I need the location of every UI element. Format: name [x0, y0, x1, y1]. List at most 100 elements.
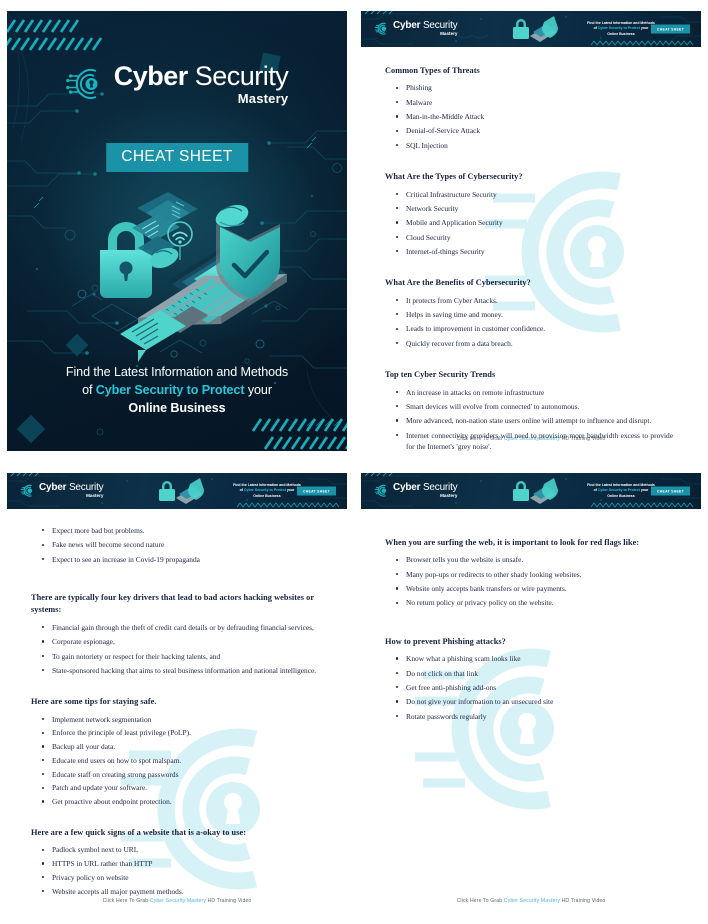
list-types-cybersecurity: Critical Infrastructure Security Network… — [385, 189, 677, 258]
cover-page: Cyber Security Mastery CHEAT SHEET Find … — [7, 11, 347, 451]
list-item: It protects from Cyber Attacks. — [396, 295, 677, 306]
cover-brand-name: Cyber Security — [113, 61, 289, 91]
list-top-trends: An increase in attacks on remote infrast… — [385, 387, 677, 451]
cover-brand-subtitle: Mastery — [237, 91, 289, 106]
list-item: Leads to improvement in customer confide… — [396, 323, 677, 334]
list-item: Quickly recover from a data breach. — [396, 338, 677, 349]
list-item: Padlock symbol next to URL — [42, 844, 323, 855]
list-item: Man-in-the-Middle Attack — [396, 111, 677, 122]
list-item: Critical Infrastructure Security — [396, 189, 677, 200]
cover-tagline-line2: of Cyber Security to Protect your — [82, 383, 272, 398]
list-item: Expect to see an increase in Covid-19 pr… — [42, 554, 323, 565]
cheat-sheet-page-grid: Cyber Security Mastery CHEAT SHEET Find … — [0, 0, 708, 924]
section-heading-key-drivers: There are typically four key drivers tha… — [31, 593, 314, 615]
page-body-2: Common Types of Threats Phishing Malware… — [361, 47, 701, 451]
section-heading-common-threats: Common Types of Threats — [385, 66, 480, 75]
list-item: Cloud Security — [396, 232, 677, 243]
list-item: Educate staff on creating strong passwor… — [42, 769, 323, 780]
list-item: To gain notoriety or respect for their h… — [42, 651, 323, 662]
list-item: Know what a phishing scam looks like — [396, 653, 677, 664]
header-cheat-sheet-badge-3: CHEAT SHEET — [297, 486, 336, 496]
section-heading-benefits: What Are the Benefits of Cybersecurity? — [385, 278, 531, 288]
list-item: Website only accepts bank transfers or w… — [396, 583, 677, 594]
section-heading-top-trends: Top ten Cyber Security Trends — [385, 370, 496, 380]
section-heading-types-cybersecurity: What Are the Types of Cybersecurity? — [385, 172, 523, 182]
header-brand-name-3: Cyber Security — [39, 482, 104, 494]
list-prevent-phishing: Know what a phishing scam looks like Do … — [385, 653, 677, 722]
header-brand-logo-4: Cyber Security Mastery — [374, 483, 458, 499]
footer-pre-text: Click Here To Grab — [456, 898, 504, 904]
list-item: An increase in attacks on remote infrast… — [396, 387, 677, 398]
list-item: Implement network segmentation — [42, 714, 323, 725]
page-footer-3[interactable]: Click Here To Grab Cyber Security Master… — [7, 898, 347, 904]
header-brand-subtitle-3: Mastery — [86, 493, 104, 499]
page-content-4: When you are surfing the web, it is impo… — [361, 509, 701, 722]
page-header-3: Cyber Security Mastery Find the Latest I… — [7, 473, 347, 509]
list-key-drivers: Financial gain through the theft of cred… — [31, 622, 323, 676]
list-red-flags: Browser tells you the website is unsafe.… — [385, 554, 677, 608]
list-item: Get free anti-phishing add-ons — [396, 682, 677, 693]
list-item: Corporate espionage, — [42, 636, 323, 647]
list-item: Privacy policy on website — [42, 872, 323, 883]
header-brand-logo-3: Cyber Security Mastery — [20, 482, 104, 499]
list-item: Malware — [396, 97, 677, 108]
list-item: Financial gain through the theft of cred… — [42, 622, 323, 633]
page-header-2: Cyber Security Mastery Find the Latest I… — [361, 11, 701, 47]
list-staying-safe-tips: Implement network segmentation Enforce t… — [31, 714, 323, 808]
header-brand-wordmark-2: Cyber Security Mastery — [393, 20, 458, 37]
header-cheat-sheet-badge-4: CHEAT SHEET — [651, 486, 690, 496]
section-heading-prevent-phishing: How to prevent Phishing attacks? — [385, 636, 506, 646]
cover-tagline-line3: Online Business — [128, 401, 226, 416]
footer-post-text: HD Training Video — [560, 898, 606, 904]
footer-post-text: HD Training Video — [206, 898, 252, 904]
header-brand-wordmark-4: Cyber Security Mastery — [393, 483, 458, 499]
header-illustration-4 — [513, 478, 558, 504]
header-illustration-2 — [513, 16, 558, 42]
list-item: Helps in saving time and money. — [396, 309, 677, 320]
cyber-security-shield-icon — [20, 485, 33, 497]
footer-link[interactable]: Cyber Security Mastery — [150, 898, 206, 904]
page-content-2: Common Types of Threats Phishing Malware… — [361, 47, 701, 451]
section-heading-website-signs: Here are a few quick signs of a website … — [31, 827, 247, 837]
page-content-3: Expect more bad bot problems. Fake news … — [7, 509, 347, 897]
cover-tagline: Find the Latest Information and Methods … — [7, 364, 347, 418]
header-wave-decoration-2 — [591, 40, 694, 46]
cover-tagline-line1: Find the Latest Information and Methods — [65, 365, 289, 380]
page-slot-4: Cyber Security Mastery Find the Latest I… — [354, 462, 708, 924]
page-slot-1: Cyber Security Mastery CHEAT SHEET Find … — [0, 0, 354, 462]
list-continued-trends: Expect more bad bot problems. Fake news … — [31, 525, 323, 565]
page-footer-4[interactable]: Click Here To Grab Cyber Security Master… — [361, 898, 701, 904]
list-item: Get proactive about endpoint protection. — [42, 796, 323, 807]
list-item: Educate end users on how to spot malspam… — [42, 755, 323, 766]
cover-brand-wordmark: Cyber Security Mastery — [113, 61, 289, 106]
cyber-security-shield-icon — [374, 485, 387, 497]
list-item: Mobile and Application Security — [396, 217, 677, 228]
header-cheat-sheet-badge-2: CHEAT SHEET — [651, 24, 690, 34]
list-item: Internet connectivity providers will nee… — [396, 430, 677, 451]
list-item: State-sponsored hacking that aims to ste… — [42, 665, 323, 676]
list-item: Fake news will become second nature — [42, 539, 323, 550]
header-wave-decoration-3 — [237, 502, 340, 508]
header-brand-name-2: Cyber Security — [393, 20, 458, 32]
list-item: Many pop-ups or redirects to other shady… — [396, 569, 677, 580]
list-item: Expect more bad bot problems. — [42, 525, 323, 536]
section-heading-staying-safe: Here are some tips for staying safe. — [31, 697, 157, 707]
list-item: Enforce the principle of least privilege… — [42, 727, 323, 738]
footer-link[interactable]: Cyber Security Mastery — [504, 898, 560, 904]
content-page-4: Cyber Security Mastery Find the Latest I… — [361, 473, 701, 913]
page-slot-3: Cyber Security Mastery Find the Latest I… — [0, 462, 354, 924]
section-heading-red-flags: When you are surfing the web, it is impo… — [385, 538, 640, 547]
list-item: Website accepts all major payment method… — [42, 886, 323, 897]
list-benefits: It protects from Cyber Attacks. Helps in… — [385, 295, 677, 349]
list-item: Backup all your data. — [42, 741, 323, 752]
list-item: Do not give your information to an unsec… — [396, 696, 677, 707]
page-slot-2: Cyber Security Mastery Find the Latest I… — [354, 0, 708, 462]
list-item: Internet-of-things Security — [396, 246, 677, 257]
isometric-cybersecurity-illustration — [71, 192, 289, 362]
list-item: Network Security — [396, 203, 677, 214]
